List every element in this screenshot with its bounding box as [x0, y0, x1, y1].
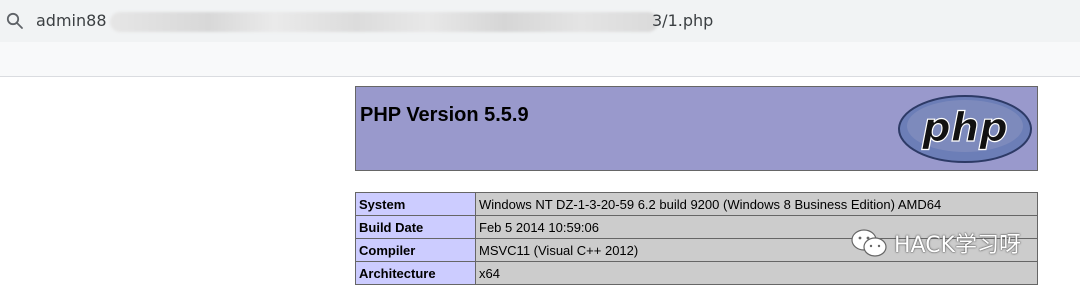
url-suffix[interactable]: 3/1.php	[652, 11, 713, 30]
url-prefix[interactable]: admin88	[36, 11, 107, 30]
table-row: System Windows NT DZ-1-3-20-59 6.2 build…	[355, 192, 1038, 216]
php-logo-text: php	[921, 105, 1008, 151]
row-value: Windows NT DZ-1-3-20-59 6.2 build 9200 (…	[475, 192, 1038, 216]
table-row: Architecture x64	[355, 261, 1038, 285]
toolbar-strip	[0, 42, 1080, 77]
watermark-text: HACK学习呀	[894, 233, 1021, 258]
row-key: Architecture	[355, 261, 476, 285]
search-icon	[6, 12, 23, 29]
row-value: x64	[475, 261, 1038, 285]
page-title: PHP Version 5.5.9	[360, 104, 529, 126]
url-redacted	[110, 12, 658, 32]
watermark: HACK学习呀	[850, 226, 1021, 260]
address-bar[interactable]: admin88 3/1.php	[0, 0, 1080, 42]
wechat-icon	[851, 229, 887, 257]
row-key: Build Date	[355, 215, 476, 239]
row-key: System	[355, 192, 476, 216]
php-logo: php	[898, 95, 1032, 163]
row-key: Compiler	[355, 238, 476, 262]
php-header: PHP Version 5.5.9 php	[355, 86, 1038, 171]
